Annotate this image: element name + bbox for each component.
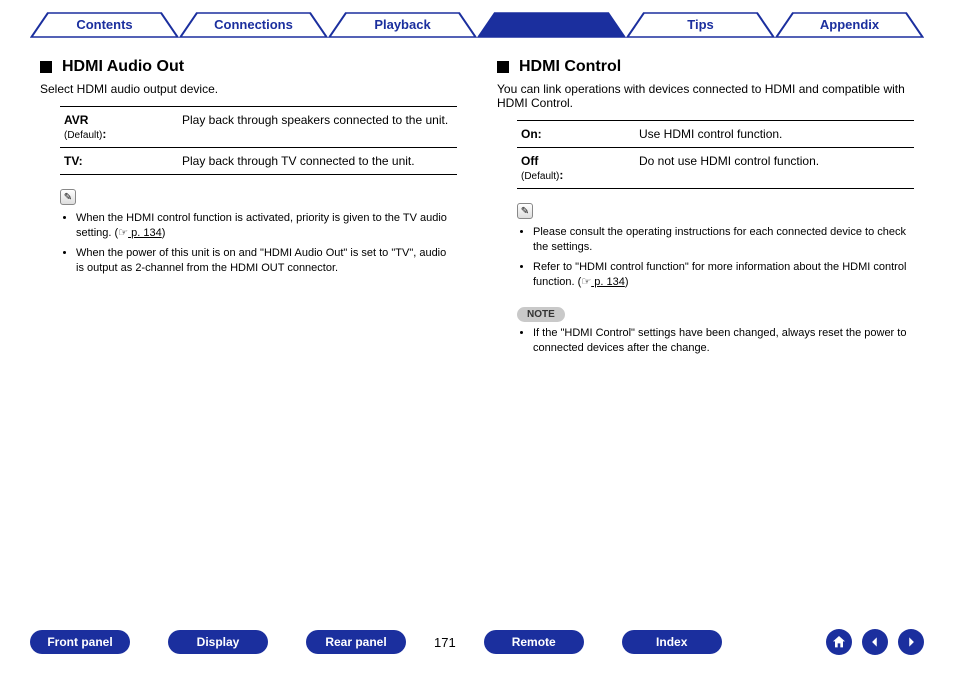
prev-page-icon[interactable] bbox=[862, 629, 888, 655]
table-row: On: Use HDMI control function. bbox=[517, 121, 914, 148]
nav-icons bbox=[826, 629, 924, 655]
note-item: When the HDMI control function is activa… bbox=[76, 211, 457, 242]
tab-tips[interactable]: Tips bbox=[626, 12, 775, 38]
note-badge: NOTE bbox=[517, 307, 565, 322]
section-desc: Select HDMI audio output device. bbox=[40, 82, 457, 96]
home-icon[interactable] bbox=[826, 629, 852, 655]
content-area: HDMI Audio Out Select HDMI audio output … bbox=[0, 38, 954, 360]
table-row: AVR(Default): Play back through speakers… bbox=[60, 107, 457, 148]
note-item: Please consult the operating instruction… bbox=[533, 225, 914, 256]
note-item: Refer to "HDMI control function" for mor… bbox=[533, 260, 914, 291]
option-key: On: bbox=[517, 121, 635, 148]
section-desc: You can link operations with devices con… bbox=[497, 82, 914, 110]
note-item: If the "HDMI Control" settings have been… bbox=[533, 326, 914, 357]
options-table: AVR(Default): Play back through speakers… bbox=[60, 106, 457, 175]
front-panel-button[interactable]: Front panel bbox=[30, 630, 130, 654]
note-badge-list: If the "HDMI Control" settings have been… bbox=[517, 326, 914, 357]
pencil-icon: ✎ bbox=[60, 189, 76, 205]
index-button[interactable]: Index bbox=[622, 630, 722, 654]
table-row: TV: Play back through TV connected to th… bbox=[60, 148, 457, 175]
tab-appendix[interactable]: Appendix bbox=[775, 12, 924, 38]
tab-playback[interactable]: Playback bbox=[328, 12, 477, 38]
rear-panel-button[interactable]: Rear panel bbox=[306, 630, 406, 654]
notes-list: Please consult the operating instruction… bbox=[517, 225, 914, 291]
remote-button[interactable]: Remote bbox=[484, 630, 584, 654]
square-bullet-icon bbox=[40, 61, 52, 73]
square-bullet-icon bbox=[497, 61, 509, 73]
tab-connections[interactable]: Connections bbox=[179, 12, 328, 38]
pencil-icon: ✎ bbox=[517, 203, 533, 219]
title-text: HDMI Audio Out bbox=[62, 58, 184, 76]
option-key: Off(Default): bbox=[517, 148, 635, 189]
table-row: Off(Default): Do not use HDMI control fu… bbox=[517, 148, 914, 189]
page-number: 171 bbox=[434, 635, 456, 650]
note-item: When the power of this unit is on and "H… bbox=[76, 246, 457, 277]
footer-left-group: Front panel Display Rear panel bbox=[30, 630, 406, 654]
tab-contents[interactable]: Contents bbox=[30, 12, 179, 38]
option-key: AVR(Default): bbox=[60, 107, 178, 148]
manual-page: Contents Connections Playback Settings T… bbox=[0, 0, 954, 673]
option-value: Do not use HDMI control function. bbox=[635, 148, 914, 189]
title-text: HDMI Control bbox=[519, 58, 621, 76]
options-table: On: Use HDMI control function. Off(Defau… bbox=[517, 120, 914, 189]
page-link[interactable]: p. 134 bbox=[591, 276, 625, 288]
display-button[interactable]: Display bbox=[168, 630, 268, 654]
left-column: HDMI Audio Out Select HDMI audio output … bbox=[40, 58, 457, 360]
option-key: TV: bbox=[60, 148, 178, 175]
top-tabs: Contents Connections Playback Settings T… bbox=[0, 0, 954, 38]
footer-right-group: Remote Index bbox=[484, 630, 722, 654]
section-title-audio-out: HDMI Audio Out bbox=[40, 58, 457, 76]
option-value: Play back through speakers connected to … bbox=[178, 107, 457, 148]
tab-settings[interactable]: Settings bbox=[477, 12, 626, 38]
page-link[interactable]: p. 134 bbox=[128, 227, 162, 239]
notes-list: When the HDMI control function is activa… bbox=[60, 211, 457, 277]
next-page-icon[interactable] bbox=[898, 629, 924, 655]
section-title-control: HDMI Control bbox=[497, 58, 914, 76]
option-value: Use HDMI control function. bbox=[635, 121, 914, 148]
option-value: Play back through TV connected to the un… bbox=[178, 148, 457, 175]
right-column: HDMI Control You can link operations wit… bbox=[497, 58, 914, 360]
footer-nav: Front panel Display Rear panel 171 Remot… bbox=[0, 629, 954, 655]
